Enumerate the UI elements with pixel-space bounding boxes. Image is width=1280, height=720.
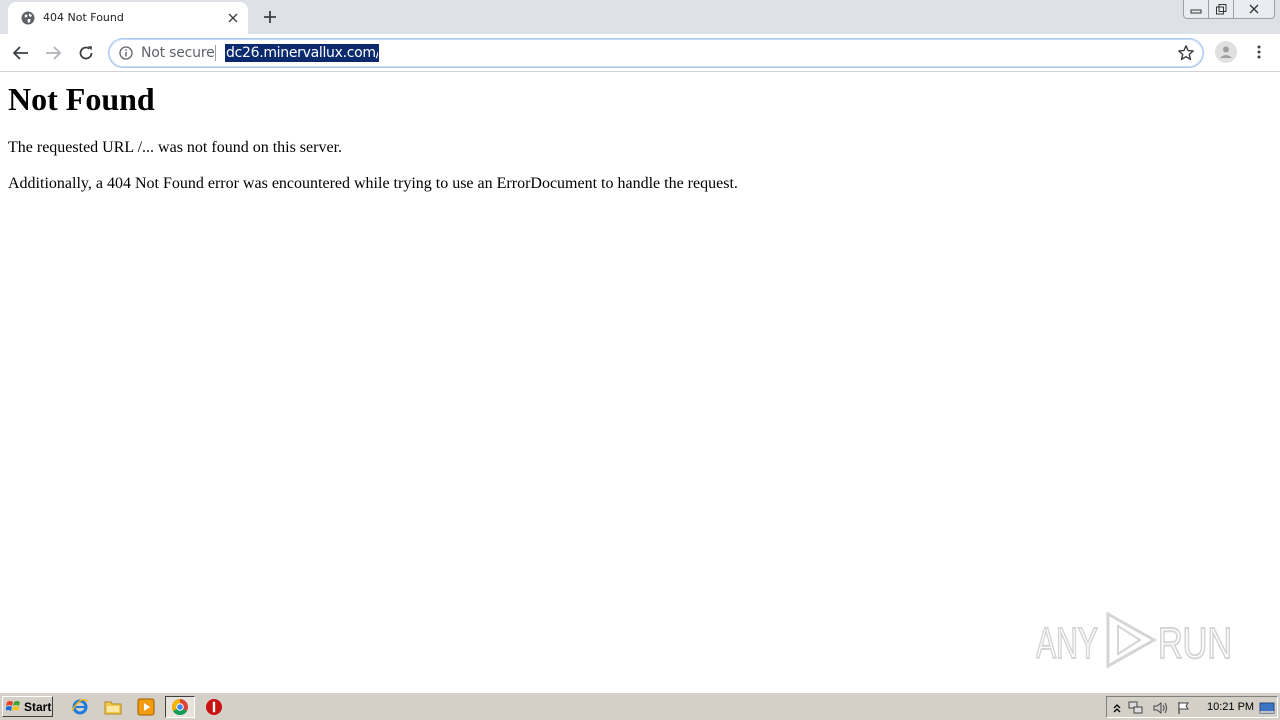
flag-icon: [1178, 702, 1189, 714]
system-tray: 10:21 PM: [1106, 696, 1278, 718]
chevron-up-icon: [1113, 704, 1121, 713]
page-heading: Not Found: [8, 81, 155, 117]
chrome-icon: [172, 699, 188, 716]
profile-button[interactable]: [1215, 41, 1237, 63]
internet-explorer-icon: [71, 699, 89, 715]
new-tab-button[interactable]: [259, 6, 281, 28]
tab-close-button[interactable]: [224, 9, 242, 27]
browser-menu-button[interactable]: [1250, 41, 1268, 63]
action-center-button[interactable]: [1176, 700, 1192, 716]
page-content: Not Found The requested URL /... was not…: [0, 72, 1280, 692]
watermark-text-run: RUN: [1158, 619, 1232, 668]
back-button[interactable]: [8, 40, 34, 66]
show-hidden-icons-button[interactable]: [1109, 700, 1125, 716]
speaker-icon: [1153, 702, 1167, 714]
window-close-button[interactable]: [1233, 0, 1275, 19]
start-label: Start: [24, 699, 52, 714]
network-tray-button[interactable]: [1128, 700, 1144, 716]
taskbar-clock[interactable]: 10:21 PM: [1207, 701, 1254, 713]
close-icon: [1249, 4, 1259, 14]
show-desktop-button[interactable]: [1259, 700, 1275, 716]
plus-icon: [264, 11, 276, 23]
error-document-message: Additionally, a 404 Not Found error was …: [8, 175, 738, 192]
media-player-icon: [137, 698, 155, 716]
tab-title: 404 Not Found: [43, 11, 124, 24]
globe-icon: [21, 11, 35, 25]
internet-explorer-button[interactable]: [70, 697, 90, 717]
reload-icon: [79, 46, 93, 60]
forward-button[interactable]: [40, 40, 66, 66]
opera-button[interactable]: [204, 697, 224, 717]
security-label[interactable]: Not secure: [141, 45, 215, 61]
tab-404-not-found[interactable]: 404 Not Found: [8, 2, 248, 34]
chrome-taskbar-button[interactable]: [165, 696, 195, 718]
arrow-right-icon: [46, 46, 61, 60]
browser-toolbar: Not secure: [0, 34, 1280, 72]
address-bar[interactable]: Not secure: [108, 38, 1204, 68]
kebab-menu-icon: [1257, 45, 1261, 59]
reload-button[interactable]: [73, 40, 99, 66]
minimize-button[interactable]: [1183, 0, 1209, 19]
anyrun-watermark-logo: ANY RUN: [1036, 611, 1233, 669]
desktop-icon: [1259, 702, 1275, 714]
tab-strip: 404 Not Found: [0, 0, 1280, 34]
folder-icon: [104, 701, 122, 715]
omnibox-divider: [215, 45, 216, 61]
avatar-icon: [1220, 46, 1232, 58]
restore-icon: [1216, 4, 1227, 15]
close-icon: [228, 13, 238, 23]
star-icon[interactable]: [1177, 44, 1195, 62]
error-message: The requested URL /... was not found on …: [8, 139, 343, 156]
play-triangle-icon: [1106, 611, 1158, 669]
file-explorer-button[interactable]: [103, 697, 123, 717]
windows-taskbar: Start 10:21 PM: [0, 692, 1280, 720]
media-player-button[interactable]: [136, 697, 156, 717]
network-icon: [1128, 701, 1143, 714]
watermark-text-any: ANY: [1036, 619, 1098, 668]
start-button[interactable]: Start: [2, 696, 53, 717]
windows-logo-icon: [6, 700, 20, 711]
stop-alert-icon: [206, 699, 222, 715]
info-icon[interactable]: [119, 46, 133, 60]
restore-button[interactable]: [1208, 0, 1234, 19]
url-input[interactable]: [225, 44, 379, 62]
volume-tray-button[interactable]: [1152, 700, 1168, 716]
arrow-left-icon: [13, 46, 28, 60]
minimize-icon: [1190, 9, 1202, 14]
